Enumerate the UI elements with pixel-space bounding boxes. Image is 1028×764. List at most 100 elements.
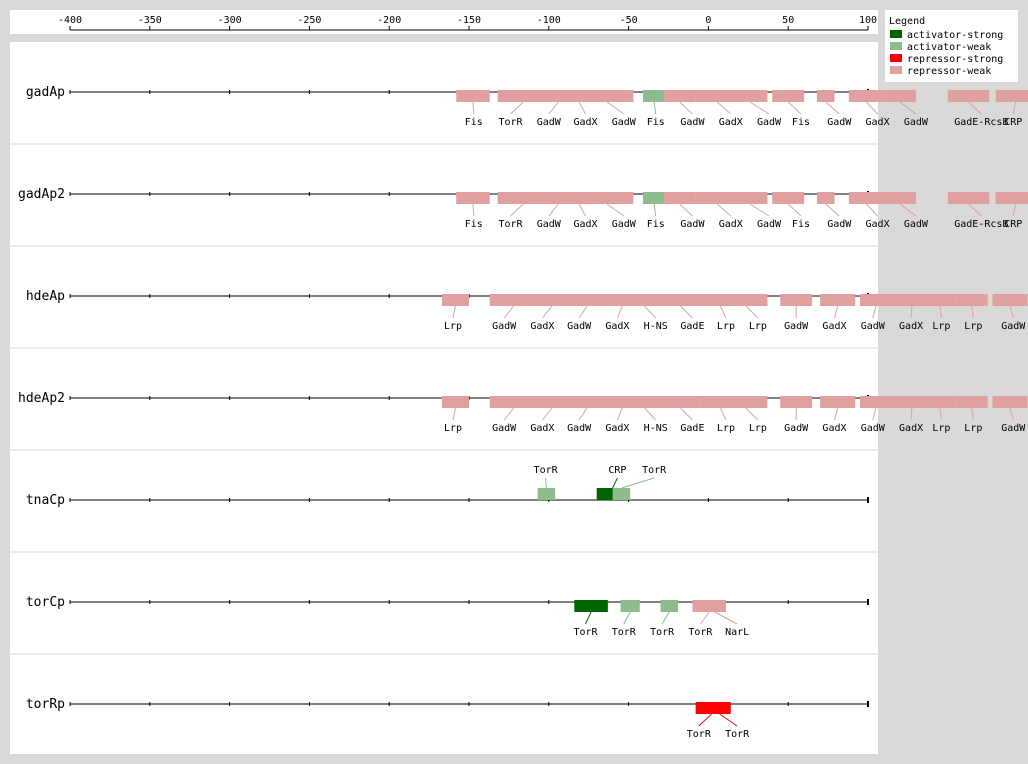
site-label: Fis <box>647 117 665 128</box>
site-label: GadW <box>757 117 782 128</box>
site-connector <box>939 407 942 421</box>
site-connector <box>834 305 839 319</box>
binding-site <box>732 192 768 204</box>
binding-site <box>883 90 916 102</box>
binding-site <box>780 294 813 306</box>
binding-site <box>536 294 568 306</box>
site-connector <box>719 305 727 319</box>
axis-tick-label: -250 <box>297 15 321 26</box>
site-connector <box>616 305 623 319</box>
axis-tick-label: -200 <box>377 15 401 26</box>
binding-site <box>456 90 490 102</box>
site-connector <box>968 101 982 115</box>
site-label: GadX <box>719 219 743 230</box>
site-label: H-NS <box>644 423 668 434</box>
binding-site <box>955 294 988 306</box>
site-connector <box>452 305 456 319</box>
site-connector <box>834 407 839 421</box>
site-label: Lrp <box>964 423 982 434</box>
site-label: TorR <box>650 627 675 638</box>
binding-site <box>456 192 490 204</box>
site-label: CRP <box>1004 219 1022 230</box>
site-label: GadW <box>757 219 782 230</box>
site-label: GadW <box>680 219 705 230</box>
site-label: GadX <box>573 219 597 230</box>
site-connector <box>545 477 547 489</box>
site-label: GadW <box>827 219 852 230</box>
site-connector <box>472 101 475 115</box>
site-connector <box>1012 101 1017 115</box>
site-connector <box>749 101 770 115</box>
legend: Legend activator-strong activator-weak repr… <box>885 10 1018 82</box>
site-label: Fis <box>792 219 810 230</box>
site-label: Fis <box>647 219 665 230</box>
site-label: GadW <box>537 219 562 230</box>
binding-site <box>724 294 768 306</box>
site-label: GadX <box>866 117 890 128</box>
site-label: Lrp <box>444 321 462 332</box>
promoter-track-torCp: torCp TorR TorR TorR TorR NarL <box>10 551 878 638</box>
site-connector <box>716 101 732 115</box>
site-connector <box>910 407 913 421</box>
site-connector <box>1009 407 1014 421</box>
legend-swatch <box>890 30 902 38</box>
site-label: Lrp <box>932 321 950 332</box>
site-connector <box>578 305 588 319</box>
site-label: GadW <box>680 117 705 128</box>
site-connector <box>745 305 759 319</box>
site-connector <box>653 203 657 217</box>
site-connector <box>679 101 693 115</box>
binding-site <box>780 396 813 408</box>
binding-site <box>947 192 990 204</box>
site-connector <box>661 611 670 625</box>
promoter-track-gadAp2: gadAp2 Fis TorR GadW GadX GadW Fis GadW GadX GadW… <box>10 143 1028 230</box>
site-label: GadW <box>904 219 929 230</box>
axis-tick-label: 100 <box>859 15 877 26</box>
site-label: Lrp <box>444 423 462 434</box>
site-label: TorR <box>642 465 667 476</box>
site-connector <box>644 305 657 319</box>
site-connector <box>899 101 917 115</box>
site-label: Fis <box>465 117 483 128</box>
site-label: Fis <box>792 117 810 128</box>
site-connector <box>719 407 727 421</box>
site-connector <box>644 407 657 421</box>
promoter-track-gadAp: gadAp Fis TorR GadW GadX GadW Fis GadW GadX GadW F… <box>26 85 1028 128</box>
site-connector <box>866 203 878 217</box>
site-connector <box>745 407 759 421</box>
site-label: GadX <box>573 117 597 128</box>
site-label: GadE <box>680 423 704 434</box>
site-connector <box>749 203 770 217</box>
site-label: H-NS <box>644 321 668 332</box>
site-label: TorR <box>498 219 523 230</box>
position-axis: -400 -350 -300 -250 -200 -150 -100 -50 0 50 100 <box>58 15 877 31</box>
site-label: Lrp <box>964 321 982 332</box>
binding-site <box>816 192 835 204</box>
binding-site <box>536 396 568 408</box>
promoter-track-tnaCp: tnaCp TorR CRP TorR <box>10 449 878 508</box>
binding-site <box>992 294 1028 306</box>
site-connector <box>606 203 625 217</box>
site-connector <box>939 305 942 319</box>
site-connector <box>578 203 586 217</box>
binding-site <box>732 90 768 102</box>
legend-title: Legend <box>889 16 925 27</box>
site-label: GadW <box>567 423 592 434</box>
site-label: GadX <box>822 321 846 332</box>
site-label: GadE-RcsB <box>954 117 1008 128</box>
site-connector <box>548 101 559 115</box>
site-label: GadE <box>680 321 704 332</box>
site-label: GadW <box>1001 321 1026 332</box>
site-label: GadX <box>605 321 629 332</box>
site-connector <box>910 305 913 319</box>
site-connector <box>510 101 524 115</box>
site-connector <box>542 305 553 319</box>
binding-site <box>620 600 640 612</box>
axis-tick-label: -350 <box>138 15 162 26</box>
site-label: GadW <box>861 321 886 332</box>
binding-site <box>695 90 739 102</box>
binding-site <box>992 396 1028 408</box>
legend-swatch <box>890 42 902 50</box>
binding-site <box>580 192 634 204</box>
binding-site <box>660 294 701 306</box>
